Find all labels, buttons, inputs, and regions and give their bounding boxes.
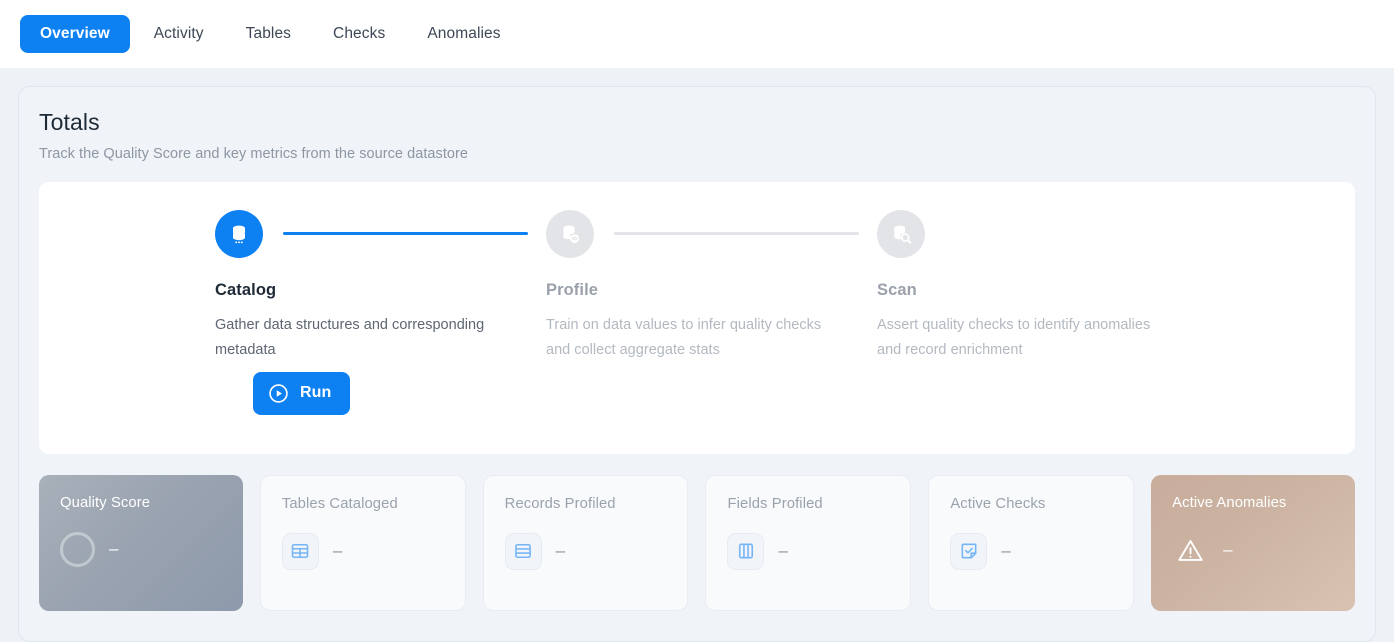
step-profile-description: Train on data values to infer quality ch… [546,316,822,358]
stepper: Catalog Gather data structures and corre… [39,209,1355,363]
tab-overview[interactable]: Overview [20,15,130,53]
metric-body: – [1172,532,1335,569]
metric-card-fields-profiled[interactable]: Fields Profiled – [705,474,912,611]
step-catalog-header [215,209,546,258]
gauge-ring-icon [60,531,95,567]
database-icon [215,209,263,258]
metric-label: Fields Profiled [727,495,823,512]
page-title: Totals [39,109,100,135]
metric-value: – [109,539,119,559]
metric-label: Tables Cataloged [281,495,398,512]
metric-label: Records Profiled [504,495,616,512]
page-body: Totals Track the Quality Score and key m… [0,68,1394,642]
metric-body: – [727,532,890,570]
metric-label: Quality Score [60,494,151,511]
stepper-card: Catalog Gather data structures and corre… [39,181,1355,454]
step-profile[interactable]: Profile Train on data values to infer qu… [546,209,877,363]
metric-value: – [555,541,566,561]
metric-body: – [281,532,445,570]
table-rows-icon [504,532,542,570]
metric-card-tables-cataloged[interactable]: Tables Cataloged – [259,474,466,611]
step-scan[interactable]: Scan Assert quality checks to identify a… [877,209,1208,363]
metric-body: – [504,532,668,570]
step-catalog[interactable]: Catalog Gather data structures and corre… [215,209,546,363]
check-note-icon [950,532,988,570]
step-scan-label: Scan [877,280,917,299]
metric-body: – [950,532,1113,570]
run-button[interactable]: Run [253,371,351,415]
metric-card-active-anomalies[interactable]: Active Anomalies – [1151,474,1355,611]
tab-checks[interactable]: Checks [315,16,403,52]
connector-end [945,232,1190,235]
step-catalog-description: Gather data structures and corresponding… [215,316,485,358]
metric-value: – [1001,541,1011,561]
warning-triangle-icon [1172,532,1209,569]
connector-catalog-profile [283,232,528,236]
metric-label: Active Checks [950,495,1046,512]
tab-activity[interactable]: Activity [136,16,222,52]
metric-value: – [778,541,788,561]
metric-card-active-checks[interactable]: Active Checks – [928,474,1135,611]
metric-body: – [60,531,223,567]
step-profile-label: Profile [546,280,599,299]
metric-value: – [1223,540,1233,560]
step-scan-header [877,209,1208,258]
page-subtitle: Track the Quality Score and key metrics … [39,145,469,162]
step-profile-header [546,209,877,258]
table-grid-icon [281,532,319,570]
run-button-label: Run [300,384,332,402]
metric-card-quality-score[interactable]: Quality Score – [39,474,243,611]
metric-card-records-profiled[interactable]: Records Profiled – [482,474,689,611]
tab-bar: Overview Activity Tables Checks Anomalie… [0,0,1394,68]
metrics-row: Quality Score – Tables Cataloged – Recor… [39,474,1355,611]
table-columns-icon [727,532,765,570]
play-circle-icon [268,383,289,404]
totals-panel: Totals Track the Quality Score and key m… [18,86,1376,642]
tab-anomalies[interactable]: Anomalies [409,16,518,52]
metric-label: Active Anomalies [1172,494,1287,511]
connector-profile-scan [614,232,859,236]
database-eye-icon [546,209,594,258]
tab-tables[interactable]: Tables [228,16,309,52]
step-catalog-label: Catalog [215,280,277,299]
database-search-icon [877,209,925,258]
step-scan-description: Assert quality checks to identify anomal… [877,316,1151,358]
metric-value: – [332,541,343,561]
